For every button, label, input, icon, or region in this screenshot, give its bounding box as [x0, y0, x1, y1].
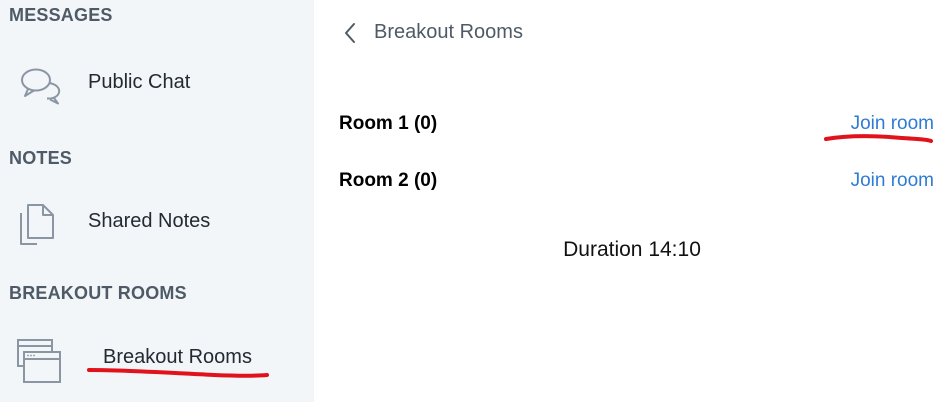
sidebar-item-label: Shared Notes — [88, 210, 211, 232]
section-title-messages: MESSAGES — [9, 5, 113, 25]
room-row: Room 2 (0) Join room — [339, 170, 934, 198]
app-window: MESSAGES Public Chat NOTES Shared Notes … — [0, 0, 950, 402]
sidebar-item-breakout-rooms[interactable]: Breakout Rooms — [0, 330, 314, 386]
panel-title: Breakout Rooms — [374, 21, 523, 43]
breakout-windows-icon — [16, 338, 64, 386]
section-title-breakout-rooms: BREAKOUT ROOMS — [9, 283, 187, 303]
duration-text: Duration 14:10 — [563, 238, 701, 261]
breakout-rooms-panel: Breakout Rooms Room 1 (0) Join room Room… — [314, 0, 950, 402]
room-row: Room 1 (0) Join room — [339, 113, 934, 141]
sidebar-item-public-chat[interactable]: Public Chat — [0, 55, 314, 111]
chevron-left-icon — [342, 22, 358, 44]
sidebar: MESSAGES Public Chat NOTES Shared Notes … — [0, 0, 314, 402]
room-name: Room 1 (0) — [339, 113, 438, 134]
sidebar-item-shared-notes[interactable]: Shared Notes — [0, 194, 314, 250]
back-button[interactable]: Breakout Rooms — [338, 18, 638, 48]
sidebar-item-label: Public Chat — [88, 71, 191, 93]
sidebar-item-label: Breakout Rooms — [103, 346, 252, 368]
room-name: Room 2 (0) — [339, 170, 438, 191]
join-room-link[interactable]: Join room — [851, 170, 934, 192]
documents-icon — [16, 202, 64, 250]
join-room-link[interactable]: Join room — [851, 113, 934, 135]
section-title-notes: NOTES — [9, 148, 73, 168]
chat-bubbles-icon — [16, 63, 64, 111]
